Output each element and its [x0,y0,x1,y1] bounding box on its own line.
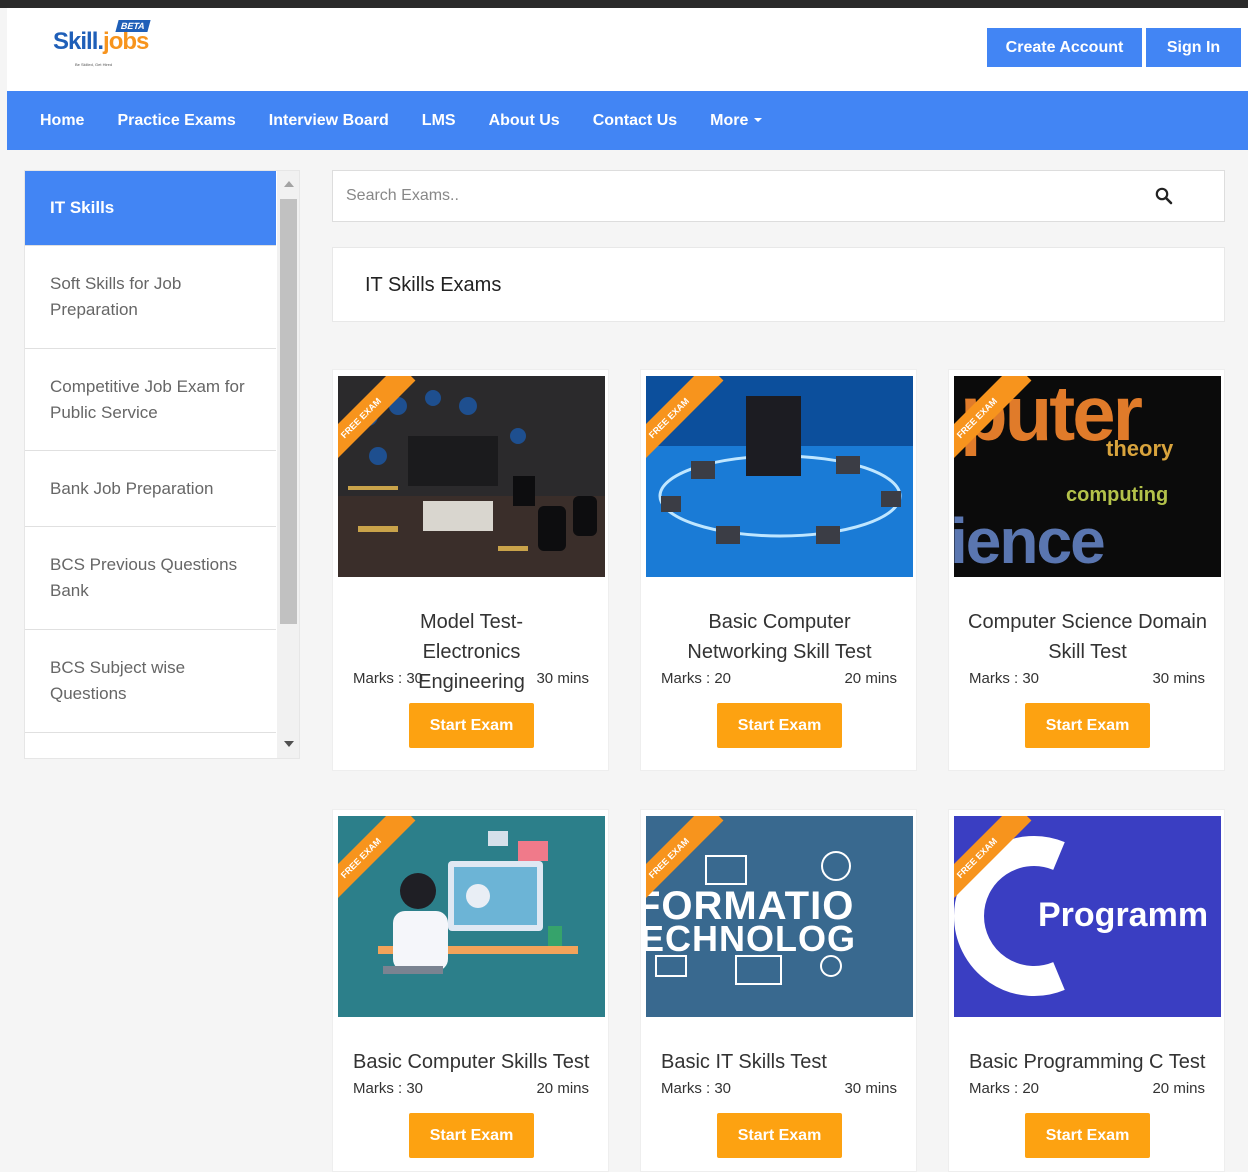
section-header: IT Skills Exams [332,247,1225,322]
start-exam-button[interactable]: Start Exam [409,1113,534,1158]
sidebar-item-label: Bank Job Preparation [50,478,214,498]
exam-card: FORMATIO ECHNOLOG FREE EXAM Basic IT Ski… [640,809,917,1172]
nav-contact-us[interactable]: Contact Us [593,112,677,130]
start-exam-button[interactable]: Start Exam [1025,703,1150,748]
sidebar-item-it-skills[interactable]: IT Skills [25,171,276,246]
scroll-down-arrow-icon[interactable] [284,741,294,747]
nav-more-dropdown[interactable]: More [710,111,763,130]
scroll-thumb[interactable] [280,199,297,624]
sidebar-item-bcs-subject[interactable]: BCS Subject wise Questions [25,630,276,733]
header: Skill.jobs BETA Be Skilled, Get Hired Cr… [7,8,1248,91]
exam-duration: 20 mins [536,1080,589,1097]
exam-duration: 20 mins [844,670,897,687]
exam-card: FREE EXAM Basic Computer Skills Test Mar… [332,809,609,1172]
beta-badge: BETA [115,20,151,32]
exam-thumbnail[interactable]: puter theory computing ience FREE EXAM [954,376,1221,577]
nav-interview-board[interactable]: Interview Board [269,112,389,130]
exam-thumbnail[interactable]: Programm FREE EXAM [954,816,1221,1017]
sign-in-button[interactable]: Sign In [1146,28,1241,67]
nav-more-label: More [710,111,749,129]
sidebar-item-soft-skills[interactable]: Soft Skills for Job Preparation [25,246,276,349]
sidebar-scrollbar[interactable] [277,171,299,758]
sidebar-item-competitive-job-exam[interactable]: Competitive Job Exam for Public Service [25,349,276,451]
exam-title: Basic IT Skills Test [661,1051,827,1073]
caret-down-icon [754,118,763,123]
exam-meta: Marks : 30 30 mins [969,670,1205,687]
exam-title: Basic Programming C Test [969,1051,1206,1073]
exam-marks: Marks : 30 [353,1080,424,1097]
exam-card: FREE EXAM Basic Computer Networking Skil… [640,369,917,771]
exam-thumbnail[interactable]: FREE EXAM [338,816,605,1017]
scroll-up-arrow-icon[interactable] [284,181,294,187]
sidebar-item-label: Soft Skills for Job Preparation [50,274,182,319]
exam-marks: Marks : 30 [969,670,1040,687]
category-sidebar: IT Skills Soft Skills for Job Preparatio… [24,170,300,759]
exam-card: FREE EXAM Model Test-Electronics Enginee… [332,369,609,771]
exam-thumbnail[interactable]: FORMATIO ECHNOLOG FREE EXAM [646,816,913,1017]
exam-duration: 30 mins [536,670,589,687]
image-text-theory: theory [1106,436,1174,461]
exam-title: Basic Computer Networking Skill Test [687,611,872,663]
exam-meta: Marks : 20 20 mins [661,670,897,687]
sidebar-item-label: BCS Previous Questions Bank [50,555,238,600]
image-text-programming: Programm [1038,896,1209,934]
exam-title: Basic Computer Skills Test [353,1051,590,1073]
exam-meta: Marks : 30 30 mins [661,1080,897,1097]
search-input[interactable] [333,171,1103,221]
search-button[interactable] [1103,171,1224,221]
exam-thumbnail[interactable]: FREE EXAM [646,376,913,577]
start-exam-button[interactable]: Start Exam [717,703,842,748]
image-text-ience: ience [954,505,1106,577]
start-exam-button[interactable]: Start Exam [1025,1113,1150,1158]
exam-meta: Marks : 30 20 mins [353,1080,589,1097]
sidebar-item-label: BCS Subject wise Questions [50,658,186,703]
site-logo[interactable]: Skill.jobs BETA Be Skilled, Get Hired [53,16,153,67]
nav-practice-exams[interactable]: Practice Exams [117,112,235,130]
image-text-technology: ECHNOLOG [646,918,857,959]
sidebar-item-bcs-previous[interactable]: BCS Previous Questions Bank [25,527,276,630]
nav-lms[interactable]: LMS [422,112,456,130]
search-icon [1155,187,1172,205]
sidebar-item-bank-job[interactable]: Bank Job Preparation [25,451,276,527]
start-exam-button[interactable]: Start Exam [717,1113,842,1158]
create-account-button[interactable]: Create Account [987,28,1142,67]
logo-tagline: Be Skilled, Get Hired [75,62,113,67]
exam-card: puter theory computing ience FREE EXAM C… [948,369,1225,771]
exam-marks: Marks : 30 [353,670,424,687]
start-exam-button[interactable]: Start Exam [409,703,534,748]
nav-about-us[interactable]: About Us [489,112,560,130]
exam-meta: Marks : 20 20 mins [969,1080,1205,1097]
sidebar-item-label: IT Skills [50,198,115,217]
exam-marks: Marks : 20 [661,670,732,687]
exam-marks: Marks : 30 [661,1080,732,1097]
exam-meta: Marks : 30 30 mins [353,670,589,687]
exam-marks: Marks : 20 [969,1080,1040,1097]
search-bar [332,170,1225,222]
exam-thumbnail[interactable]: FREE EXAM [338,376,605,577]
nav-home[interactable]: Home [40,112,84,130]
main-nav: Home Practice Exams Interview Board LMS … [7,91,1248,150]
sidebar-item-label: Competitive Job Exam for Public Service [50,376,245,422]
section-title: IT Skills Exams [365,274,502,296]
exam-card: Programm FREE EXAM Basic Programming C T… [948,809,1225,1172]
exam-title: Computer Science Domain Skill Test [968,611,1207,663]
top-border [0,0,1248,8]
logo-wordmark: Skill.jobs [53,28,149,55]
exam-duration: 30 mins [1152,670,1205,687]
exam-duration: 30 mins [844,1080,897,1097]
exam-duration: 20 mins [1152,1080,1205,1097]
